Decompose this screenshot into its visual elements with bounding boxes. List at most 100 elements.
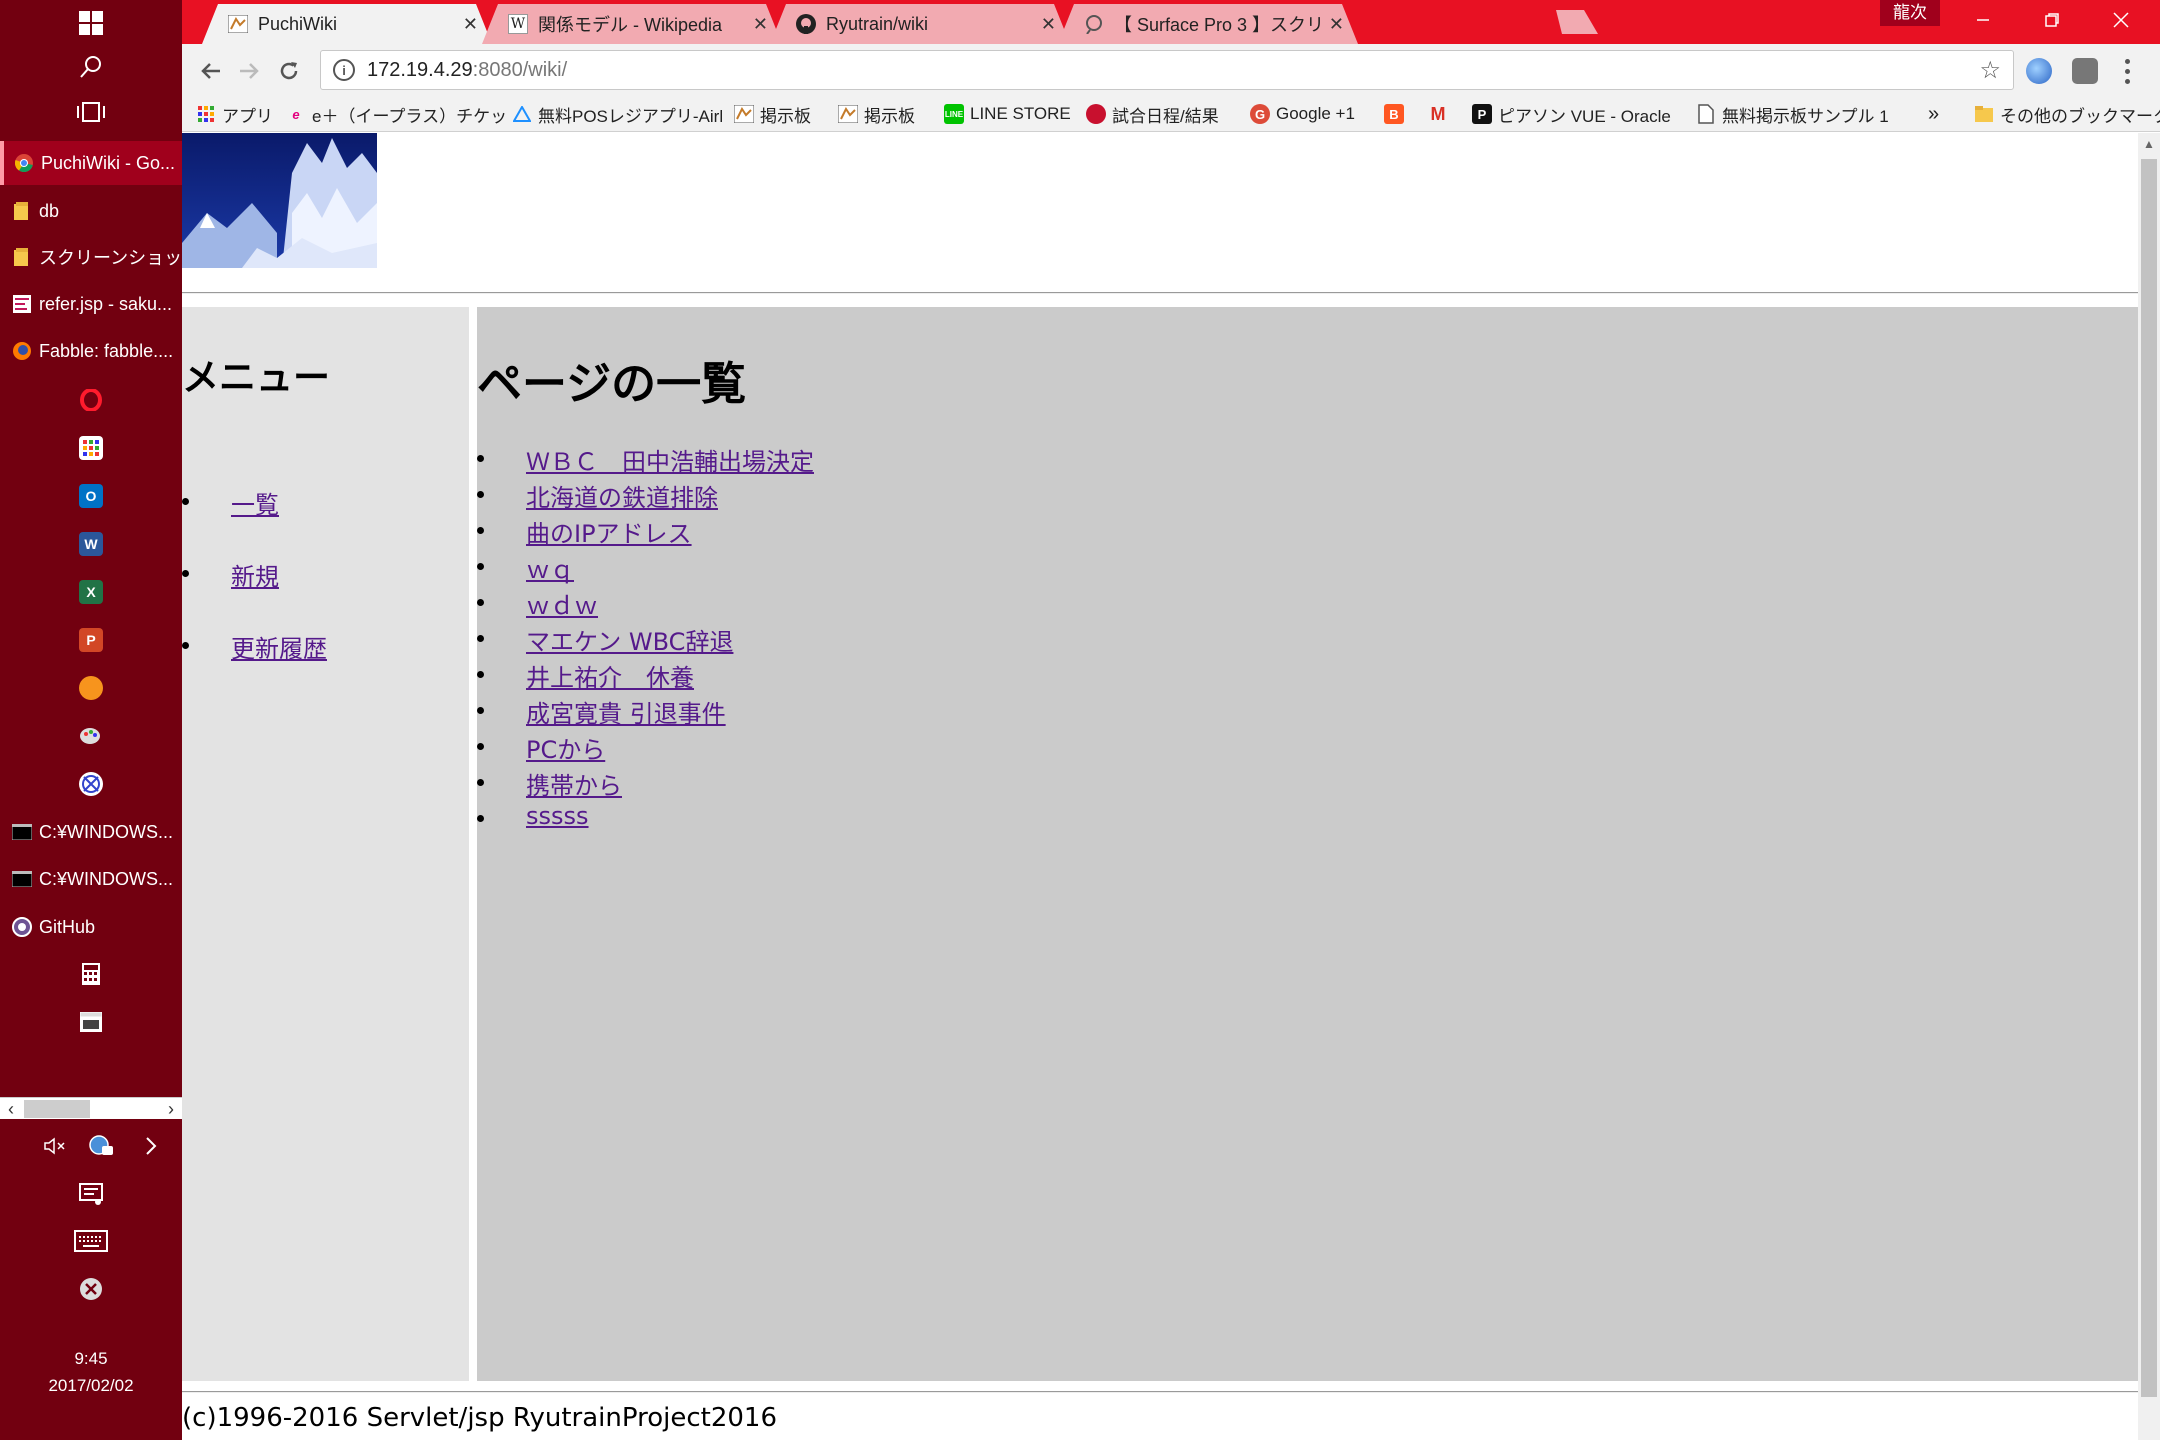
page-link[interactable]: 曲のIPアドレス (526, 520, 692, 548)
tab-wikipedia[interactable]: W 関係モデル - Wikipedia ✕ (482, 4, 782, 44)
extension-square-icon[interactable] (2072, 58, 2098, 84)
restore-button[interactable] (2021, 0, 2083, 40)
close-app-button[interactable] (0, 1270, 182, 1308)
taskbar-window-db[interactable]: db (0, 189, 182, 233)
tab-puchiwiki[interactable]: PuchiWiki ✕ (202, 4, 492, 44)
address-bar[interactable]: i 172.19.4.29:8080/wiki/ ☆ (320, 50, 2014, 90)
taskbar-pin-network-app[interactable] (0, 762, 182, 806)
scroll-up-arrow-icon[interactable]: ▲ (2138, 133, 2160, 155)
taskbar-window-firefox[interactable]: Fabble: fabble.... (0, 329, 182, 373)
taskbar-scrollbar[interactable]: ‹ › (0, 1097, 182, 1119)
url-host: 172.19.4.29 (367, 58, 473, 81)
close-tab-icon[interactable]: ✕ (463, 14, 478, 35)
search-button[interactable] (0, 48, 182, 86)
page-link[interactable]: 成宮寛貴 引退事件 (526, 700, 726, 728)
bookmark-board-1[interactable]: 掲示板 (734, 102, 811, 126)
page-link[interactable]: sssss (526, 802, 589, 830)
close-tab-icon[interactable]: ✕ (1329, 14, 1344, 35)
taskbar-pin-apps[interactable] (0, 426, 182, 470)
taskbar-pin-calculator[interactable] (0, 952, 182, 996)
bookmark-sample-board[interactable]: 無料掲示板サンプル 1 (1696, 102, 1889, 126)
bookmark-board-2[interactable]: 掲示板 (838, 102, 915, 126)
scroll-left-arrow-icon[interactable]: ‹ (0, 1098, 22, 1120)
github-icon (12, 917, 32, 937)
tab-github-repo[interactable]: Ryutrain/wiki ✕ (770, 4, 1070, 44)
reload-button[interactable] (272, 54, 306, 88)
menu-link[interactable]: 一覧 (231, 491, 279, 519)
taskbar-pin-opera[interactable] (0, 378, 182, 422)
menu-item-history: 更新履歴 (182, 629, 327, 701)
page-scrollbar[interactable]: ▲ (2138, 133, 2160, 1440)
bookmark-star-icon[interactable]: ☆ (1979, 56, 2001, 85)
network-button[interactable] (86, 1128, 116, 1164)
new-tab-button[interactable] (1548, 10, 1598, 34)
minimize-button[interactable] (1952, 0, 2014, 40)
calculator-icon (79, 962, 103, 986)
start-button[interactable] (0, 4, 182, 42)
bookmark-label: アプリ (222, 106, 273, 126)
chrome-menu-button[interactable] (2122, 56, 2132, 86)
bookmark-other-folder[interactable]: その他のブックマーク (1974, 102, 2160, 126)
taskbar-window-screenshot-folder[interactable]: スクリーンショット (0, 235, 182, 279)
taskbar-window-chrome[interactable]: PuchiWiki - Go... (0, 141, 182, 185)
list-item: 北海道の鉄道排除 (477, 478, 814, 514)
info-icon[interactable]: i (333, 59, 355, 81)
page-link[interactable]: ＷＢＣ 田中浩輔出場決定 (526, 448, 814, 476)
bookmarks-bar: アプリ e e＋（イープラス）チケッ 無料POSレジアプリ-Airl 掲示板 掲示… (182, 96, 2160, 132)
bookmarks-overflow-button[interactable]: » (1928, 102, 1939, 126)
page-link[interactable]: 井上祐介 休養 (526, 664, 694, 692)
bookmark-line-store[interactable]: LINE LINE STORE (944, 102, 1071, 126)
bookmark-airregi[interactable]: 無料POSレジアプリ-Airl (512, 102, 723, 126)
close-tab-icon[interactable]: ✕ (753, 14, 768, 35)
taskbar-pin-excel[interactable]: X (0, 570, 182, 614)
taskbar-pin-paint[interactable] (0, 714, 182, 758)
volume-mute-icon (44, 1137, 65, 1155)
forward-button[interactable] (232, 54, 266, 88)
profile-button[interactable]: 龍次 (1880, 0, 1940, 26)
scroll-thumb[interactable] (24, 1100, 90, 1118)
bookmark-gmail[interactable]: M (1428, 102, 1454, 126)
volume-mute-button[interactable] (40, 1128, 70, 1164)
menu-link[interactable]: 更新履歴 (231, 635, 327, 663)
taskbar-window-cmd-2[interactable]: C:¥WINDOWS... (0, 857, 182, 901)
taskbar-window-editor[interactable]: refer.jsp - saku... (0, 282, 182, 326)
apps-grid-icon (196, 104, 216, 124)
extension-globe-icon[interactable] (2026, 58, 2052, 84)
page-link[interactable]: 携帯から (526, 772, 622, 800)
bookmark-blogger[interactable]: B (1384, 102, 1410, 126)
page-link[interactable]: マエケン WBC辞退 (526, 628, 733, 656)
list-item: 携帯から (477, 766, 814, 802)
bookmark-eplus[interactable]: e e＋（イープラス）チケッ (286, 102, 507, 126)
scroll-right-arrow-icon[interactable]: › (160, 1098, 182, 1120)
page-link[interactable]: 北海道の鉄道排除 (526, 484, 718, 512)
page-link[interactable]: PCから (526, 736, 605, 764)
back-button[interactable] (194, 54, 228, 88)
menu-link[interactable]: 新規 (231, 563, 279, 591)
page-link[interactable]: ｗｑ (526, 556, 574, 584)
bookmark-apps[interactable]: アプリ (196, 102, 273, 126)
taskbar-pin-orange-app[interactable] (0, 666, 182, 710)
action-center-button[interactable] (0, 1175, 182, 1213)
taskbar-window-github[interactable]: GitHub (0, 905, 182, 949)
taskbar-pin-outlook[interactable]: O (0, 474, 182, 518)
wiki-logo[interactable] (182, 133, 377, 268)
show-hidden-icons-button[interactable] (136, 1128, 166, 1164)
touch-keyboard-button[interactable] (0, 1222, 182, 1260)
bookmark-schedule[interactable]: 試合日程/結果 (1086, 102, 1219, 126)
bookmark-pearson-vue[interactable]: P ピアソン VUE - Oracle (1472, 102, 1671, 126)
taskbar-pin-word[interactable]: W (0, 522, 182, 566)
taskbar-pin-powerpoint[interactable]: P (0, 618, 182, 662)
folder-icon (12, 247, 32, 267)
taskbar-pin-movie-maker[interactable] (0, 1000, 182, 1044)
taskbar-window-cmd-1[interactable]: C:¥WINDOWS... (0, 810, 182, 854)
close-window-button[interactable] (2090, 0, 2152, 40)
tab-surface-pro[interactable]: 【 Surface Pro 3 】スクリー ✕ (1058, 4, 1358, 44)
taskbar-clock[interactable]: 9:45 2017/02/02 (0, 1345, 182, 1399)
scrollbar-thumb[interactable] (2141, 159, 2157, 1397)
task-view-button[interactable] (0, 93, 182, 131)
folder-icon (1974, 104, 1994, 124)
main-content: ページの一覧 ＷＢＣ 田中浩輔出場決定 北海道の鉄道排除 曲のIPアドレス ｗｑ… (477, 307, 2138, 1381)
bookmark-google-plus[interactable]: G Google +1 (1250, 102, 1355, 126)
close-tab-icon[interactable]: ✕ (1041, 14, 1056, 35)
page-link[interactable]: ｗｄｗ (526, 592, 598, 620)
